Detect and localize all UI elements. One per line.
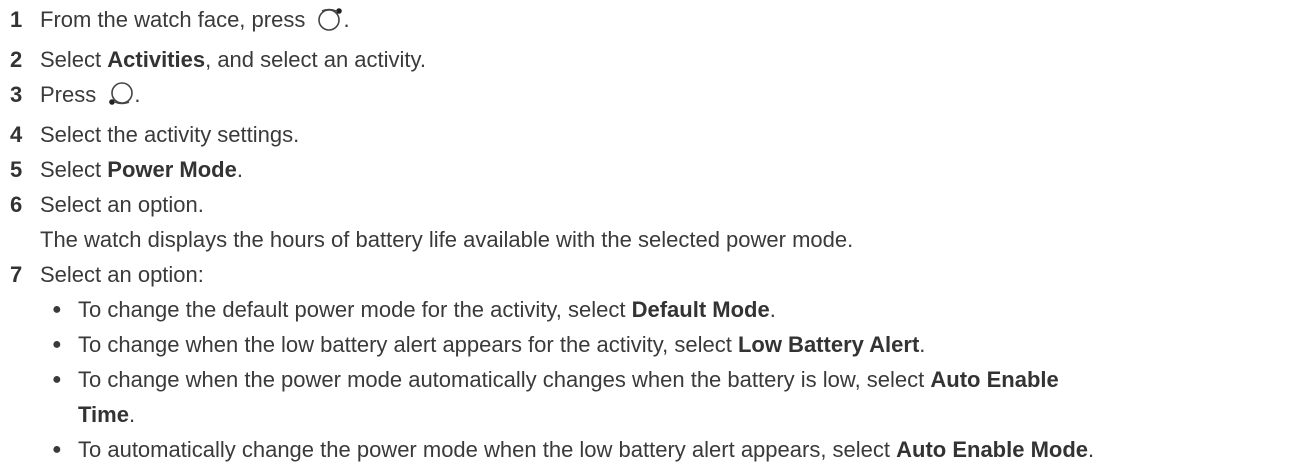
bullet-icon: ●	[52, 336, 62, 353]
menu-term-time: Time	[78, 402, 129, 427]
list-item: ● To automatically change the power mode …	[40, 432, 1311, 467]
step-4: 4 Select the activity settings.	[0, 117, 1311, 152]
step-6: 6 Select an option.	[0, 187, 1311, 222]
step-2: 2 Select Activities, and select an activ…	[0, 42, 1311, 77]
step-5-pre: Select	[40, 157, 108, 182]
instruction-document: 1 From the watch face, press . 2 Select …	[0, 0, 1311, 467]
menu-term-auto-enable-mode: Auto Enable Mode	[896, 437, 1089, 462]
step-text: From the watch face, press .	[40, 2, 1311, 42]
step-text: Select an option:	[40, 262, 204, 287]
step-3-text: Press	[40, 82, 103, 107]
step-number: 6	[10, 192, 23, 217]
bullet-text: To change when the low battery alert app…	[78, 332, 738, 357]
menu-term-auto-enable-time: Auto Enable	[930, 367, 1059, 392]
bullet-period: .	[919, 332, 926, 357]
step-number: 2	[10, 47, 23, 72]
step-2-pre: Select	[40, 47, 108, 72]
step-number: 7	[10, 262, 23, 287]
menu-term-low-battery-alert: Low Battery Alert	[737, 332, 920, 357]
step-number: 5	[10, 157, 23, 182]
bullet-period: .	[128, 402, 136, 427]
bullet-icon: ●	[52, 441, 62, 458]
step-3-period: .	[134, 82, 141, 107]
step-5-post: .	[236, 157, 243, 182]
bullet-icon: ●	[52, 371, 62, 388]
step-2-post: , and select an activity.	[205, 47, 427, 72]
bullet-wrap-line: Time.	[78, 397, 1311, 432]
step-1-period: .	[343, 7, 350, 32]
bullet-icon: ●	[52, 301, 62, 318]
step-number: 4	[10, 122, 23, 147]
list-item: ● To change when the power mode automatic…	[40, 362, 1311, 432]
step-number: 3	[10, 82, 23, 107]
step-text: Select an option.	[40, 192, 204, 217]
step-text: Select the activity settings.	[40, 122, 300, 147]
step-7: 7 Select an option:	[0, 257, 1311, 292]
option-list: ● To change the default power mode for th…	[0, 292, 1311, 467]
list-item: ● To change the default power mode for th…	[40, 292, 1311, 327]
watch-button-bottom-left-icon	[108, 81, 134, 117]
bullet-text: To automatically change the power mode w…	[78, 437, 897, 462]
menu-term-activities: Activities	[107, 47, 206, 72]
menu-term-default-mode: Default Mode	[631, 297, 770, 322]
step-6-continuation: The watch displays the hours of battery …	[40, 227, 854, 252]
step-5: 5 Select Power Mode.	[0, 152, 1311, 187]
step-1: 1 From the watch face, press .	[0, 2, 1311, 42]
menu-term-power-mode: Power Mode	[107, 157, 237, 182]
bullet-text: To change the default power mode for the…	[78, 297, 632, 322]
step-text: Select Power Mode.	[40, 152, 1311, 187]
bullet-text: To change when the power mode automatica…	[78, 367, 931, 392]
bullet-period: .	[769, 297, 776, 322]
step-text: Select Activities, and select an activit…	[40, 42, 1311, 77]
step-3: 3 Press .	[0, 77, 1311, 117]
step-text: Press .	[40, 77, 1311, 117]
step-1-text: From the watch face, press	[40, 7, 312, 32]
list-item: ● To change when the low battery alert ap…	[40, 327, 1311, 362]
step-number: 1	[10, 7, 23, 32]
bullet-period: .	[1088, 437, 1095, 462]
watch-button-top-right-icon	[317, 6, 343, 42]
